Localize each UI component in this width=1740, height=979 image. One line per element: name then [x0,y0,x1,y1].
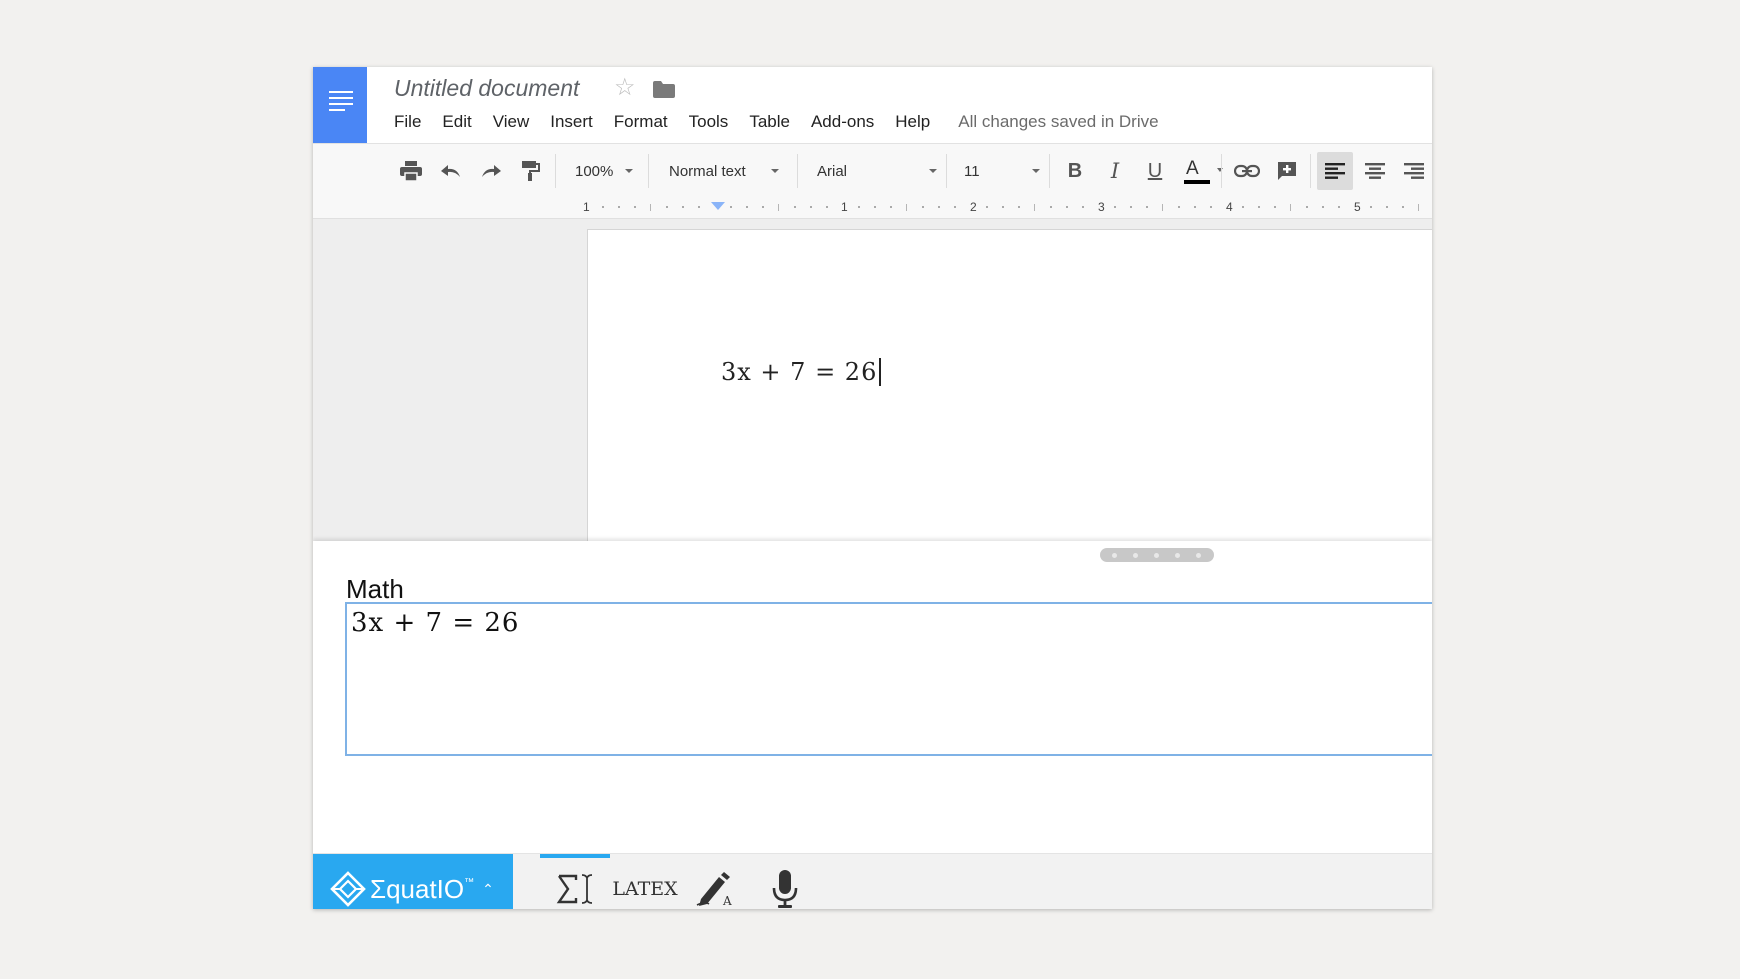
microphone-icon [772,870,798,908]
align-right-button[interactable] [1396,144,1432,198]
font-size-select[interactable]: 11 [964,144,1040,198]
font-value: Arial [817,162,848,180]
equatio-toolbar: ΣquatIO ™ ⌃ LATEX A [313,853,1432,909]
font-size-value: 11 [964,162,980,180]
math-input-value: 3x + 7 = 26 [351,608,520,638]
math-input-field[interactable]: 3x + 7 = 26 [345,602,1432,756]
menu-tools[interactable]: Tools [689,112,729,132]
panel-resize-handle[interactable] [1100,548,1214,562]
menu-format[interactable]: Format [614,112,668,132]
active-tool-indicator [540,854,610,858]
docs-window: Untitled document ☆ File Edit View Inser… [313,67,1432,909]
indent-marker[interactable] [711,202,725,210]
add-comment-icon[interactable] [1268,144,1306,198]
folder-icon[interactable] [653,81,675,98]
ruler-number: 5 [1354,200,1361,214]
equatio-logo-icon [330,871,366,907]
link-icon[interactable] [1228,144,1266,198]
chevron-up-icon: ⌃ [482,880,494,897]
paint-format-icon[interactable] [515,144,547,198]
docs-home-icon[interactable] [313,67,367,143]
ruler[interactable]: 1 1 2 3 4 5 [313,198,1432,219]
text-cursor [879,358,882,386]
math-editor-tool[interactable] [540,854,610,909]
menu-file[interactable]: File [394,112,421,132]
save-status[interactable]: All changes saved in Drive [958,112,1158,132]
ruler-number: 1 [583,200,590,214]
panel-title: Math [346,574,404,604]
menu-help[interactable]: Help [895,112,930,132]
latex-editor-tool[interactable]: LATEX [610,854,680,909]
equatio-brand: ΣquatIO [370,873,465,904]
handwriting-tool[interactable]: A [680,854,750,909]
handwriting-pen-icon: A [696,872,732,907]
star-icon[interactable]: ☆ [614,76,636,100]
menu-insert[interactable]: Insert [550,112,593,132]
italic-button[interactable]: I [1098,144,1132,198]
ruler-number: 4 [1226,200,1233,214]
sigma-cursor-icon [556,874,593,904]
undo-icon[interactable] [435,144,467,198]
speech-input-tool[interactable] [750,854,820,909]
underline-button[interactable]: U [1138,144,1172,198]
print-icon[interactable] [395,144,427,198]
align-center-button[interactable] [1357,144,1393,198]
bold-button[interactable]: B [1058,144,1092,198]
trademark-mark: ™ [464,876,475,888]
text-color-label: A [1186,158,1199,179]
menu-view[interactable]: View [493,112,530,132]
style-select[interactable]: Normal text [669,144,779,198]
redo-icon[interactable] [475,144,507,198]
menu-table[interactable]: Table [749,112,790,132]
menu-bar: File Edit View Insert Format Tools Table… [394,112,1159,132]
text-color-button[interactable]: A [1176,144,1223,198]
equatio-menu-button[interactable]: ΣquatIO ™ ⌃ [313,854,513,909]
ruler-number: 1 [841,200,848,214]
ruler-number: 3 [1098,200,1105,214]
style-value: Normal text [669,162,746,180]
svg-text:A: A [722,894,732,907]
toolbar: 100% Normal text Arial 11 B I U A [313,143,1432,199]
zoom-select[interactable]: 100% [575,144,633,198]
document-equation-text: 3x + 7 = 26 [721,358,878,386]
equatio-panel: Math 3x + 7 = 26 ΣquatIO ™ ⌃ LATEX A [313,541,1432,909]
zoom-value: 100% [575,162,614,180]
latex-label: LATEX [612,878,678,900]
ruler-number: 2 [970,200,977,214]
align-left-button[interactable] [1317,152,1353,190]
document-equation[interactable]: 3x + 7 = 26 [721,358,882,386]
document-title[interactable]: Untitled document [394,75,579,102]
menu-addons[interactable]: Add-ons [811,112,874,132]
font-select[interactable]: Arial [817,144,937,198]
menu-edit[interactable]: Edit [442,112,471,132]
